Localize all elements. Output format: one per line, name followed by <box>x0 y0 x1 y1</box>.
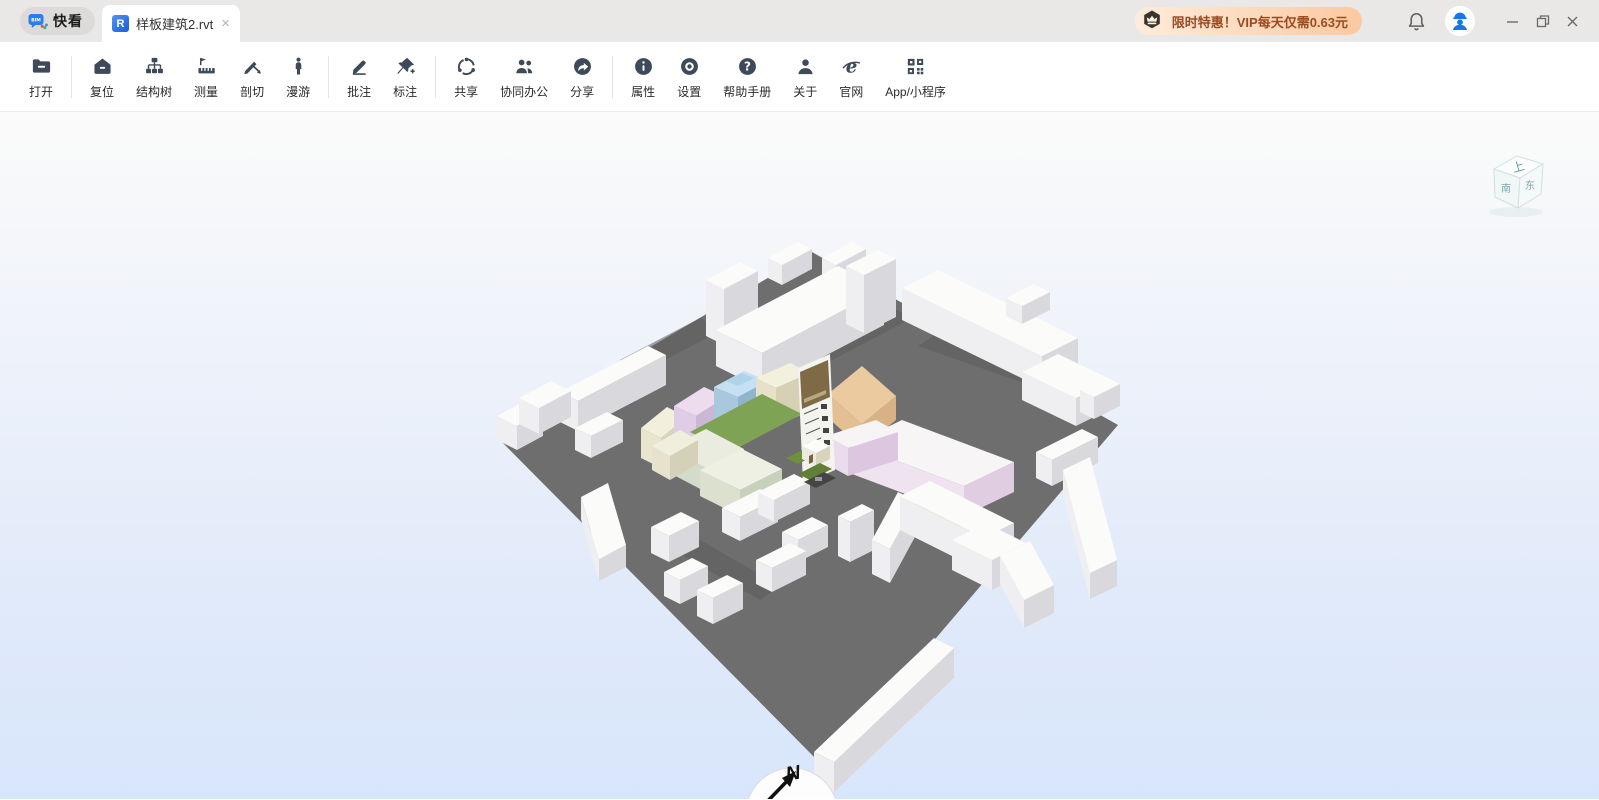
toolbar-label: 关于 <box>793 84 818 99</box>
toolbar-label: 剖切 <box>240 84 265 99</box>
notification-bell-icon[interactable] <box>1406 11 1427 32</box>
toolbar-button-home-reset[interactable]: 复位 <box>79 54 125 100</box>
measure-icon <box>195 54 218 78</box>
help-question-icon: ? <box>736 54 759 78</box>
toolbar-divider <box>435 55 437 98</box>
toolbar-label: 分享 <box>570 84 595 99</box>
toolbar-button-markup-pin[interactable]: 标注 <box>382 54 428 100</box>
toolbar-divider <box>71 55 73 98</box>
toolbar-button-website-e[interactable]: e 官网 <box>828 54 874 100</box>
tab-title: 样板建筑2.rvt <box>136 17 214 32</box>
vip-promo-banner[interactable]: 限时特惠！VIP每天仅需0.63元 <box>1134 7 1362 35</box>
toolbar-button-annotate-pen[interactable]: 批注 <box>336 54 382 100</box>
document-tab[interactable]: R 样板建筑2.rvt × <box>102 5 240 42</box>
toolbar-label: App/小程序 <box>885 84 946 99</box>
toolbar-button-share-sync[interactable]: 共享 <box>443 54 489 100</box>
close-window-button[interactable] <box>1557 6 1587 36</box>
markup-pin-icon <box>394 54 417 78</box>
toolbar-label: 官网 <box>839 84 864 99</box>
toolbar-label: 帮助手册 <box>723 84 772 99</box>
tab-close-icon[interactable]: × <box>221 16 230 31</box>
settings-ring-icon <box>678 54 701 78</box>
walkthrough-person-icon <box>287 54 310 78</box>
share-arrow-icon <box>571 54 594 78</box>
app-logo-button[interactable]: BIM 快看 <box>20 7 95 35</box>
svg-text:BIM: BIM <box>31 18 41 24</box>
svg-text:e: e <box>845 56 857 77</box>
toolbar-button-structure-tree[interactable]: 结构树 <box>125 54 183 100</box>
toolbar-label: 漫游 <box>286 84 311 99</box>
toolbar-button-qr-code[interactable]: App/小程序 <box>874 54 957 100</box>
share-sync-icon <box>455 54 478 78</box>
toolbar-label: 共享 <box>454 84 479 99</box>
vip-crown-badge-icon <box>1139 8 1165 34</box>
toolbar-label: 复位 <box>90 84 115 99</box>
toolbar-divider <box>328 55 330 98</box>
section-cut-icon <box>241 54 264 78</box>
user-avatar[interactable] <box>1445 6 1475 36</box>
svg-text:?: ? <box>744 59 751 73</box>
promo-text: 限时特惠！VIP每天仅需0.63元 <box>1171 14 1348 30</box>
folder-open-icon <box>30 54 53 78</box>
titlebar: BIM 快看 R 样板建筑2.rvt × 限时特惠！VIP每天仅需0.63元 <box>0 0 1599 42</box>
toolbar-button-collaborate-people[interactable]: 协同办公 <box>489 54 559 100</box>
annotate-pen-icon <box>348 54 371 78</box>
website-e-icon: e <box>840 54 863 78</box>
structure-tree-icon <box>143 54 166 78</box>
toolbar-button-share-arrow[interactable]: 分享 <box>559 54 605 100</box>
revit-file-icon: R <box>112 15 129 32</box>
toolbar-label: 属性 <box>631 84 656 99</box>
toolbar-button-help-question[interactable]: ? 帮助手册 <box>712 54 782 100</box>
toolbar-label: 协同办公 <box>500 84 549 99</box>
toolbar-button-section-cut[interactable]: 剖切 <box>229 54 275 100</box>
toolbar-button-walkthrough-person[interactable]: 漫游 <box>275 54 321 100</box>
toolbar-label: 设置 <box>677 84 702 99</box>
qr-code-icon <box>904 54 927 78</box>
properties-info-icon <box>632 54 655 78</box>
home-reset-icon <box>91 54 114 78</box>
view-cube-left-label[interactable]: 南 <box>1501 182 1511 195</box>
toolbar-button-settings-ring[interactable]: 设置 <box>666 54 712 100</box>
toolbar-label: 标注 <box>393 84 418 99</box>
maximize-restore-button[interactable] <box>1527 6 1557 36</box>
main-toolbar: 打开 复位 结构树 测量 剖切 漫游 批注 标注 共享 协同办公 分享 属性 设置? 帮助手册 关于 e 官网 A… <box>0 42 1599 112</box>
view-cube-right-label[interactable]: 东 <box>1525 179 1535 192</box>
about-person-icon <box>794 54 817 78</box>
toolbar-label: 批注 <box>347 84 372 99</box>
toolbar-button-folder-open[interactable]: 打开 <box>18 54 64 100</box>
toolbar-label: 结构树 <box>136 84 173 99</box>
toolbar-label: 测量 <box>194 84 219 99</box>
viewport-3d[interactable]: 上 南 东 N <box>0 112 1599 799</box>
toolbar-divider <box>612 55 614 98</box>
minimize-button[interactable] <box>1497 6 1527 36</box>
toolbar-button-about-person[interactable]: 关于 <box>782 54 828 100</box>
bim-chat-logo-icon: BIM <box>28 11 48 31</box>
toolbar-button-measure[interactable]: 测量 <box>183 54 229 100</box>
collaborate-people-icon <box>513 54 536 78</box>
toolbar-button-properties-info[interactable]: 属性 <box>620 54 666 100</box>
toolbar-label: 打开 <box>29 84 54 99</box>
app-name: 快看 <box>53 13 83 29</box>
